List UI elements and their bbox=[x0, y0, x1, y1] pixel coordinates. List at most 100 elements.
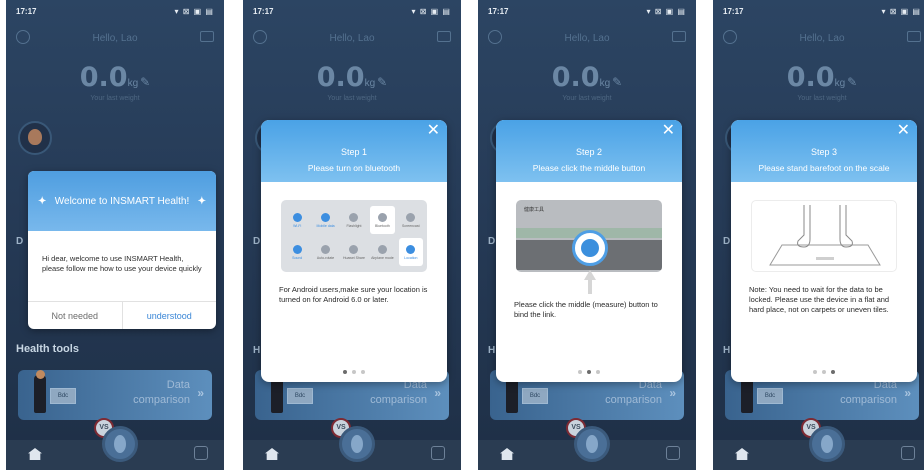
app-measure-screenshot: 健康工具 bbox=[516, 200, 662, 272]
measure-button-icon bbox=[572, 230, 608, 266]
arrow-up-icon bbox=[580, 270, 600, 294]
page-indicator bbox=[261, 370, 447, 374]
section-heading-partial: D bbox=[723, 236, 731, 247]
settings-icon[interactable] bbox=[16, 30, 30, 44]
page-dot bbox=[578, 370, 582, 374]
weight-unit: kg bbox=[599, 78, 611, 89]
tile-label: Airplane mode bbox=[371, 255, 394, 260]
status-bar: 17:17 ▾ ⊠ ▣ ▤ bbox=[243, 0, 461, 22]
status-time: 17:17 bbox=[723, 6, 744, 16]
status-bar: 17:17 ▾ ⊠ ▣ ▤ bbox=[6, 0, 224, 22]
avatar[interactable] bbox=[18, 121, 52, 155]
bluetooth-icon: Bluetooth bbox=[370, 206, 395, 234]
tile-label: Flashlight bbox=[346, 223, 362, 228]
home-icon[interactable] bbox=[265, 448, 279, 460]
phone-screen-step3: 17:17 ▾ ⊠ ▣ ▤ Hello, Lao 0.0kg ✎ Your las… bbox=[713, 0, 924, 470]
step2-dialog: ✕ Step 2 Please click the middle button … bbox=[496, 120, 682, 382]
close-icon[interactable]: ✕ bbox=[662, 123, 675, 139]
mobile-data-icon: Mobile data bbox=[313, 206, 337, 234]
weight-subtitle: Your last weight bbox=[327, 95, 377, 102]
weight-subtitle: Your last weight bbox=[797, 95, 847, 102]
status-icons: ▾ ⊠ ▣ ▤ bbox=[646, 6, 686, 16]
step2-header: ✕ Step 2 Please click the middle button bbox=[496, 120, 682, 182]
edit-icon[interactable]: ✎ bbox=[847, 75, 857, 89]
weight-value: 0.0 bbox=[316, 62, 365, 93]
bottom-nav bbox=[6, 426, 224, 470]
close-icon[interactable]: ✕ bbox=[427, 123, 440, 139]
page-dot bbox=[813, 370, 817, 374]
step1-title: Step 1 bbox=[340, 147, 368, 157]
measure-icon[interactable] bbox=[574, 426, 610, 462]
weight-unit: kg bbox=[834, 78, 846, 89]
step3-note: Note: You need to wait for the data to b… bbox=[749, 285, 890, 314]
weight-unit: kg bbox=[127, 78, 139, 89]
chevrons-icon: » bbox=[669, 386, 676, 400]
mail-icon[interactable] bbox=[907, 31, 921, 42]
edit-icon[interactable]: ✎ bbox=[377, 75, 387, 89]
airplane-icon: Airplane mode bbox=[370, 238, 394, 266]
home-icon[interactable] bbox=[735, 448, 749, 460]
mail-icon[interactable] bbox=[200, 31, 214, 42]
welcome-dialog: ✦ Welcome to INSMART Health! ✦ Hi dear, … bbox=[28, 171, 216, 329]
app-bar: Hello, Lao bbox=[243, 28, 461, 48]
flashlight-icon: Flashlight bbox=[342, 206, 366, 234]
feet-on-scale-icon bbox=[769, 205, 881, 266]
data-comparison-card[interactable]: Bdc Data comparison » bbox=[18, 370, 212, 420]
measure-icon[interactable] bbox=[339, 426, 375, 462]
tile-label: Screencast bbox=[402, 223, 420, 228]
status-bar: 17:17 ▾ ⊠ ▣ ▤ bbox=[478, 0, 696, 22]
settings-icon[interactable] bbox=[488, 30, 502, 44]
app-title: Hello, Lao bbox=[799, 32, 845, 44]
page-indicator bbox=[731, 370, 917, 374]
weight-subtitle: Your last weight bbox=[562, 95, 612, 102]
mail-icon[interactable] bbox=[437, 31, 451, 42]
close-icon[interactable]: ✕ bbox=[897, 123, 910, 139]
profile-icon[interactable] bbox=[666, 446, 680, 460]
understood-button[interactable]: understood bbox=[123, 302, 217, 329]
settings-icon[interactable] bbox=[723, 30, 737, 44]
profile-icon[interactable] bbox=[194, 446, 208, 460]
edit-icon[interactable]: ✎ bbox=[612, 75, 622, 89]
tile-label: Location bbox=[404, 255, 418, 260]
section-heading-partial: H bbox=[488, 345, 496, 356]
profile-icon[interactable] bbox=[901, 446, 915, 460]
status-time: 17:17 bbox=[488, 6, 509, 16]
weight-display: 0.0kg ✎ bbox=[478, 62, 696, 93]
tile-label: Sound bbox=[292, 255, 303, 260]
home-icon[interactable] bbox=[500, 448, 514, 460]
tile-label: Mobile data bbox=[316, 223, 335, 228]
screenshot-header: 健康工具 bbox=[524, 207, 545, 213]
chevrons-icon: » bbox=[904, 386, 911, 400]
card-title: Data comparison bbox=[133, 378, 190, 408]
phone-screen-step2: 17:17 ▾ ⊠ ▣ ▤ Hello, Lao 0.0kg ✎ Your las… bbox=[478, 0, 696, 470]
bottom-nav bbox=[243, 426, 461, 470]
welcome-title: Welcome to INSMART Health! bbox=[54, 195, 190, 207]
card-title-line2: comparison bbox=[370, 394, 427, 406]
card-sign: Bdc bbox=[522, 388, 548, 404]
edit-icon[interactable]: ✎ bbox=[140, 75, 150, 89]
profile-icon[interactable] bbox=[431, 446, 445, 460]
step2-subtitle: Please click the middle button bbox=[532, 163, 646, 173]
tile-label: Wi-Fi bbox=[293, 223, 302, 228]
weight-display: 0.0kg ✎ bbox=[243, 62, 461, 93]
scale-feet-illustration bbox=[751, 200, 897, 272]
weight-subtitle: Your last weight bbox=[90, 95, 140, 102]
status-time: 17:17 bbox=[16, 6, 37, 16]
mail-icon[interactable] bbox=[672, 31, 686, 42]
step2-note: Please click the middle (measure) button… bbox=[514, 300, 658, 319]
section-heading-partial: D bbox=[253, 236, 261, 247]
onboarding-strip: 17:17 ▾ ⊠ ▣ ▤ Hello, Lao 0.0kg ✎ Your las… bbox=[0, 0, 924, 470]
measure-icon[interactable] bbox=[102, 426, 138, 462]
step1-dialog: ✕ Step 1 Please turn on bluetooth Wi-Fi … bbox=[261, 120, 447, 382]
settings-icon[interactable] bbox=[253, 30, 267, 44]
page-dot bbox=[361, 370, 365, 374]
page-dot-active bbox=[343, 370, 347, 374]
not-needed-button[interactable]: Not needed bbox=[28, 302, 123, 329]
measure-icon[interactable] bbox=[809, 426, 845, 462]
home-icon[interactable] bbox=[28, 448, 42, 460]
welcome-actions: Not needed understood bbox=[28, 301, 216, 329]
card-title-line2: comparison bbox=[840, 394, 897, 406]
location-icon: Location bbox=[398, 238, 423, 266]
app-bar: Hello, Lao bbox=[478, 28, 696, 48]
app-title: Hello, Lao bbox=[329, 32, 375, 44]
